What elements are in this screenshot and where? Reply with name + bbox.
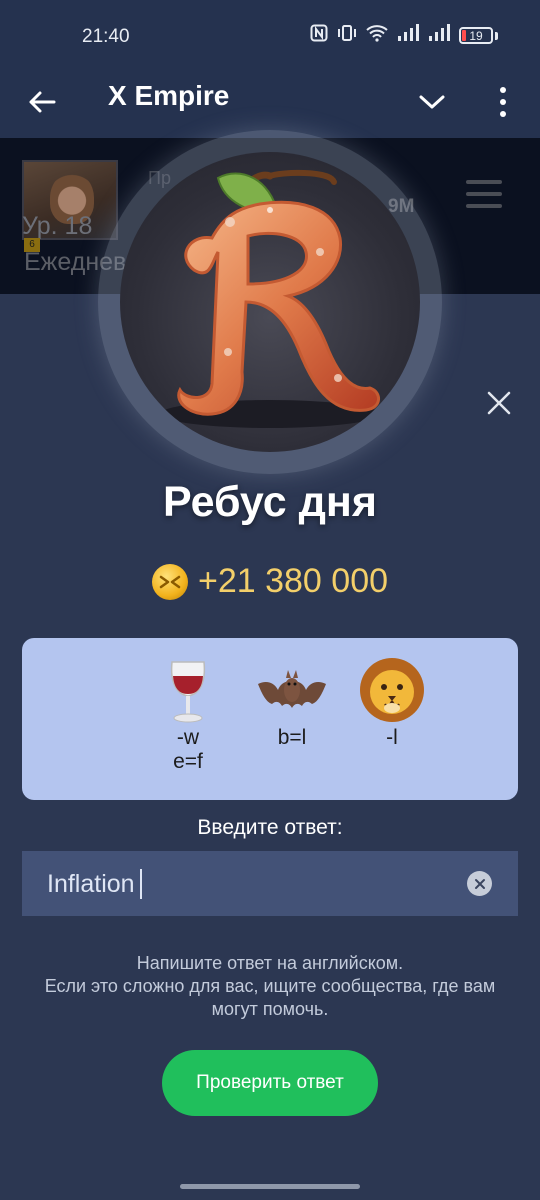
bat-icon — [258, 670, 326, 708]
reward-row: +21 380 000 — [0, 562, 540, 601]
battery-level: 19 — [469, 28, 483, 43]
back-button[interactable] — [22, 82, 62, 122]
rebus-card: -w e=f b=l -l — [22, 638, 518, 800]
answer-input[interactable]: Inflation — [22, 851, 518, 916]
app-header: X Empire — [0, 68, 540, 138]
signal-icon — [428, 24, 450, 47]
battery-icon: 19 — [459, 27, 493, 44]
close-icon — [487, 391, 511, 415]
help-text: Напишите ответ на английском. Если это с… — [0, 952, 540, 1021]
help-line: Напишите ответ на английском. — [136, 953, 404, 973]
rebus-hint: e=f — [173, 750, 203, 773]
clear-icon — [474, 878, 485, 889]
battery-tip — [495, 31, 498, 40]
status-icons: 19 — [310, 24, 498, 47]
more-button[interactable] — [488, 80, 518, 124]
wifi-icon — [366, 24, 388, 47]
reward-amount: +21 380 000 — [197, 562, 389, 600]
app-title: X Empire — [108, 80, 230, 111]
modal-title: Ребус дня — [162, 478, 377, 526]
clear-input-button[interactable] — [467, 871, 492, 896]
rebus-item: b=l — [256, 654, 328, 750]
coin-icon — [151, 563, 188, 600]
rebus-hint: b=l — [277, 726, 307, 749]
collapse-button[interactable] — [414, 82, 450, 122]
rebus-hint: -w — [176, 726, 200, 749]
rebus-hint: -l — [386, 726, 398, 749]
lion-face-icon — [360, 658, 424, 722]
puzzle-image — [120, 152, 420, 452]
more-vertical-icon — [500, 87, 506, 93]
home-gesture-handle[interactable] — [180, 1184, 360, 1189]
answer-prompt-label: Введите ответ: — [197, 816, 343, 839]
system-navigation-bar — [0, 1170, 540, 1200]
arrow-left-icon — [29, 91, 56, 113]
rebus-item: -l — [356, 654, 428, 750]
answer-input-value[interactable]: Inflation — [47, 869, 142, 899]
chevron-down-icon — [419, 95, 445, 109]
signal-icon — [397, 24, 419, 47]
apple-letter-r-illustration — [160, 169, 380, 428]
level-label: Ур. 18 — [22, 212, 93, 240]
close-button[interactable] — [480, 384, 518, 422]
check-answer-button[interactable]: Проверить ответ — [162, 1050, 378, 1116]
wine-glass-icon — [170, 661, 206, 723]
help-line: Если это сложно для вас, ищите сообществ… — [44, 976, 496, 996]
nfc-icon — [310, 24, 328, 47]
hamburger-menu-icon — [466, 180, 502, 208]
status-time: 21:40 — [82, 26, 130, 47]
status-bar: 21:40 19 — [0, 0, 540, 68]
text-caret — [139, 869, 142, 899]
vibrate-icon — [337, 24, 357, 47]
help-line: могут помочь. — [211, 999, 329, 1019]
answer-text: Inflation — [47, 869, 135, 898]
rebus-item: -w e=f — [152, 654, 224, 774]
